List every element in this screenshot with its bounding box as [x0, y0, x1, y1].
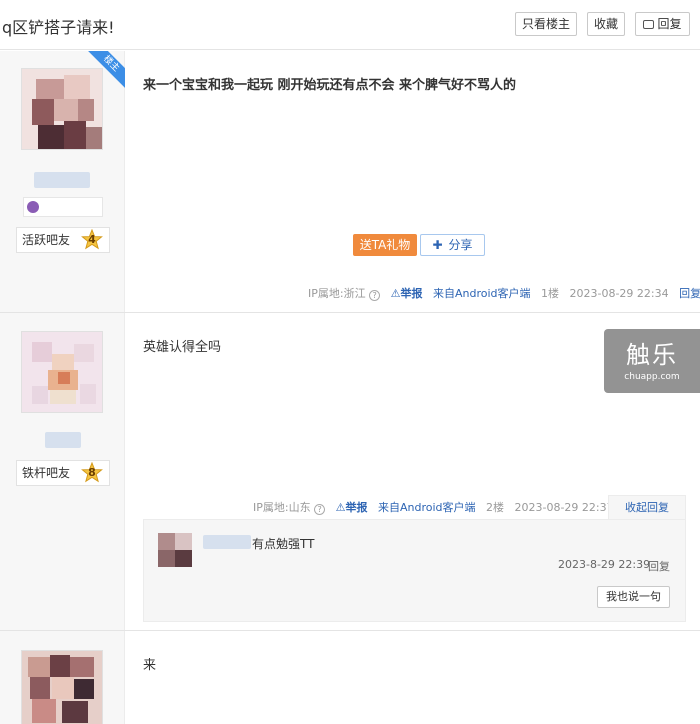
post-meta: IP属地:浙江 ? ⚠举报 来自Android客户端 1楼 2023-08-29… [308, 285, 700, 301]
plus-icon: ✚ [432, 238, 443, 252]
username[interactable] [34, 172, 90, 188]
watermark-brand: 触乐 [626, 341, 678, 369]
comment-avatar[interactable] [158, 533, 192, 567]
comment-icon [643, 20, 655, 29]
avatar[interactable] [21, 68, 103, 150]
ip-location: IP属地:浙江 [308, 287, 366, 300]
watermark-logo: 触乐 chuapp.com [604, 329, 700, 393]
source-link[interactable]: 来自Android客户端 [378, 501, 476, 514]
favorite-button[interactable]: 收藏 [587, 12, 625, 36]
comment-text: 有点勉强TT [252, 537, 315, 551]
floor-number: 2楼 [486, 501, 504, 514]
comment-username[interactable] [203, 535, 251, 549]
reply-button-label: 回复 [657, 17, 682, 31]
level-number: 8 [88, 466, 96, 479]
report-link[interactable]: 举报 [400, 287, 422, 300]
medal-box [23, 197, 103, 217]
post-time: 2023-08-29 22:34 [569, 287, 669, 300]
warning-icon: ⚠ [390, 287, 401, 300]
post-content: 英雄认得全吗 [143, 340, 222, 355]
help-icon[interactable]: ? [369, 290, 381, 301]
level-title: 活跃吧友 [22, 233, 71, 247]
avatar[interactable] [21, 331, 103, 413]
post-time: 2023-08-29 22:37 [514, 501, 614, 514]
level-badge[interactable]: 铁杆吧友 8 [16, 460, 110, 486]
collapse-replies-button[interactable]: 收起回复 [608, 495, 686, 520]
floor-number: 1楼 [541, 287, 559, 300]
only-op-button[interactable]: 只看楼主 [515, 12, 577, 36]
share-button[interactable]: ✚ 分享 [420, 234, 485, 256]
post-floor-3 [0, 631, 700, 724]
level-star-icon: 8 [81, 461, 103, 484]
add-comment-button[interactable]: 我也说一句 [597, 586, 670, 608]
source-link[interactable]: 来自Android客户端 [433, 287, 531, 300]
thread-header: q区铲搭子请来! 只看楼主 收藏 回复 [0, 0, 700, 50]
post-content: 来一个宝宝和我一起玩 刚开始玩还有点不会 来个脾气好不骂人的 [143, 78, 517, 93]
level-star-icon: 4 [81, 228, 103, 251]
report-link[interactable]: 举报 [345, 501, 367, 514]
level-badge[interactable]: 活跃吧友 4 [16, 227, 110, 253]
medal-icon [27, 201, 39, 213]
post-content: 来 [143, 658, 157, 673]
comment-reply-link[interactable]: 回复 [648, 558, 670, 574]
watermark-url: chuapp.com [624, 372, 680, 382]
send-gift-button[interactable]: 送TA礼物 [353, 234, 417, 256]
username[interactable] [45, 432, 81, 448]
level-number: 4 [88, 233, 96, 246]
warning-icon: ⚠ [335, 501, 346, 514]
thread-title: q区铲搭子请来! [2, 18, 115, 37]
avatar[interactable] [21, 650, 103, 724]
help-icon[interactable]: ? [314, 504, 326, 515]
reply-button[interactable]: 回复 [635, 12, 690, 36]
level-title: 铁杆吧友 [22, 466, 71, 480]
comment-time: 2023-8-29 22:39 [558, 558, 651, 571]
share-label: 分享 [448, 238, 473, 252]
post-meta: IP属地:山东 ? ⚠举报 来自Android客户端 2楼 2023-08-29… [253, 499, 614, 515]
ip-location: IP属地:山东 [253, 501, 311, 514]
post-reply-link[interactable]: 回复 [679, 287, 700, 300]
